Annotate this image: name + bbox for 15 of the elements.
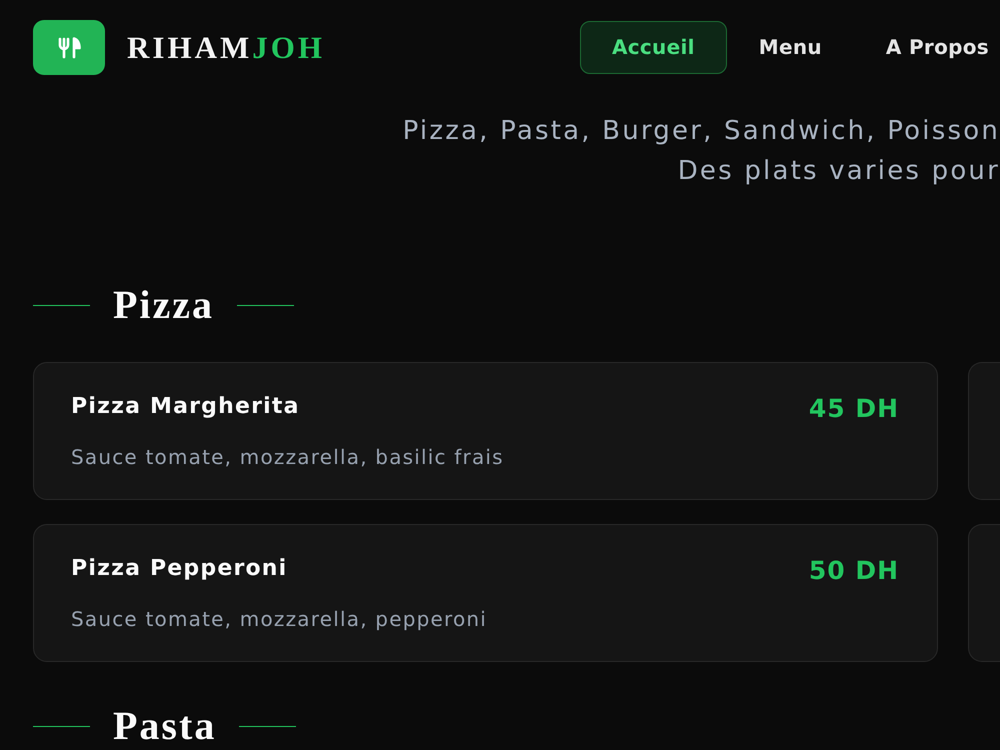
dish-description: Sauce tomate, mozzarella, basilic frais	[71, 445, 505, 469]
fork-knife-icon	[33, 20, 105, 75]
brand-name: RIHAMJOH	[127, 32, 325, 63]
nav-link[interactable]: Accueil	[580, 21, 727, 74]
dish-price: 45 DH	[808, 395, 899, 423]
tagline-text: Des plats varies pour	[678, 155, 1000, 188]
dish-name: Pizza Margherita	[71, 393, 300, 421]
dish-description: Sauce tomate, mozzarella, pepperoni	[71, 607, 488, 631]
dish-name: Pizza Pepperoni	[71, 555, 288, 583]
section-title: Pizza	[113, 285, 214, 325]
section-title: Pasta	[113, 706, 216, 746]
nav-link[interactable]: A Propos	[854, 21, 990, 74]
dish-price: 50 DH	[808, 557, 899, 585]
nav-link[interactable]: Menu	[726, 21, 854, 74]
tagline-text: Pizza, Pasta, Burger, Sandwich, Poisson	[402, 115, 1000, 148]
